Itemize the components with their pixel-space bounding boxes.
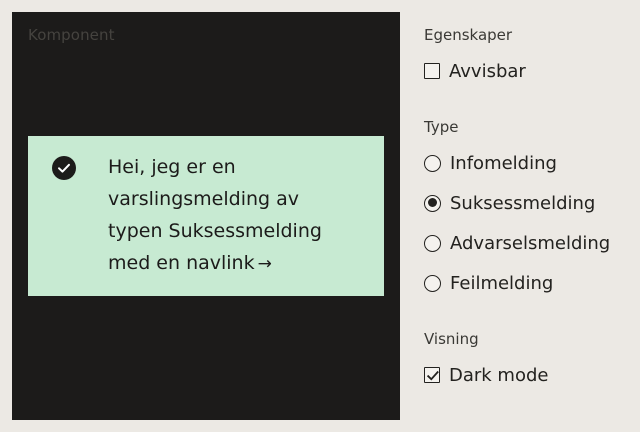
checkbox-dark-mode[interactable]: Dark mode [424, 363, 548, 387]
radio-label: Advarselsmelding [450, 232, 611, 254]
section-title-properties: Egenskaper [424, 26, 513, 44]
checkbox-dismissable[interactable]: Avvisbar [424, 59, 526, 83]
checkbox-box-checked[interactable] [424, 367, 440, 383]
section-title-view: Visning [424, 330, 479, 348]
checkmark-icon [426, 370, 439, 381]
radio-button[interactable] [424, 234, 441, 252]
radio-feilmelding[interactable]: Feilmelding [424, 271, 553, 295]
radio-suksessmelding[interactable]: Suksessmelding [424, 191, 595, 215]
navlink-label: med en navlink [108, 252, 255, 274]
radio-button[interactable] [424, 154, 441, 172]
preview-label: Komponent [28, 26, 115, 44]
radio-label: Feilmelding [450, 272, 554, 294]
radio-button[interactable] [424, 274, 441, 292]
arrow-right-icon: → [257, 254, 272, 274]
alert-text: Hei, jeg er en varslingsmelding av typen… [108, 156, 322, 242]
checkbox-box[interactable] [424, 63, 440, 79]
radio-advarselsmelding[interactable]: Advarselsmelding [424, 231, 610, 255]
check-circle-icon [52, 156, 76, 180]
component-preview: Komponent Hei, jeg er en varslingsmeldin… [12, 12, 400, 420]
radio-button-selected[interactable] [424, 194, 441, 212]
radio-label: Infomelding [450, 152, 557, 174]
alert-navlink[interactable]: med en navlink → [108, 252, 272, 274]
radio-label: Suksessmelding [450, 192, 596, 214]
success-alert: Hei, jeg er en varslingsmelding av typen… [28, 136, 384, 296]
radio-infomelding[interactable]: Infomelding [424, 151, 557, 175]
section-title-type: Type [424, 118, 459, 136]
checkbox-label: Avvisbar [449, 60, 526, 82]
checkbox-label: Dark mode [449, 364, 549, 386]
alert-message: Hei, jeg er en varslingsmelding av typen… [108, 151, 358, 280]
